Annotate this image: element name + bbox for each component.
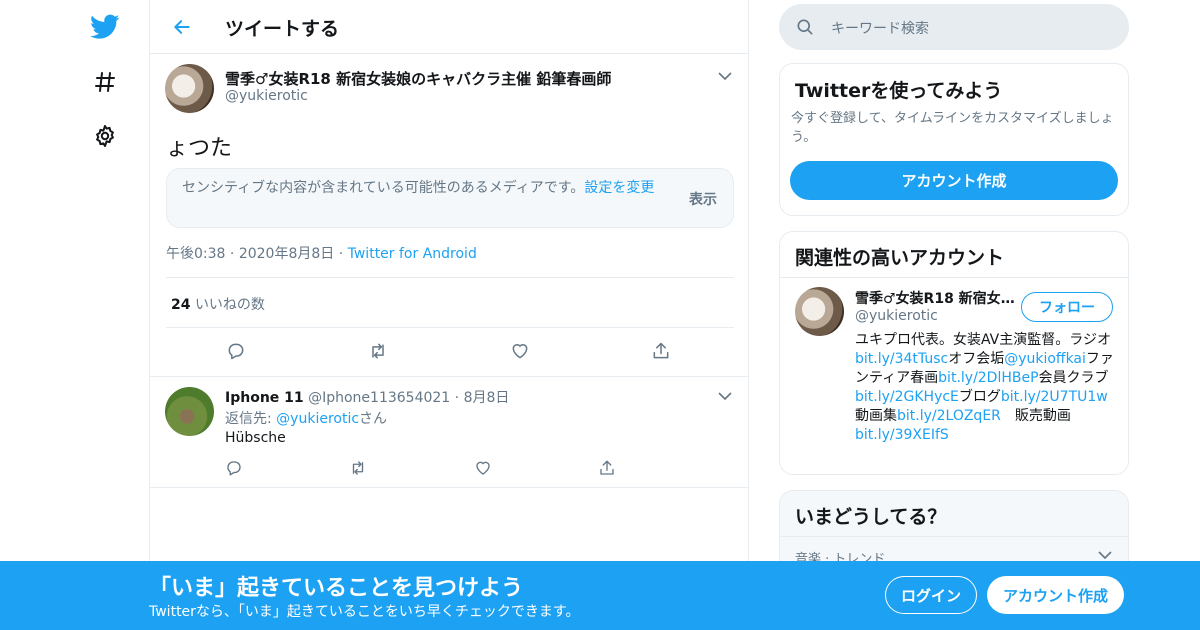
tweet-time[interactable]: 午後0:38	[166, 246, 225, 262]
like-icon[interactable]	[472, 457, 494, 479]
share-icon[interactable]	[596, 457, 618, 479]
main-column: ツイートする 雪季♂女装R18 新宿女装娘のキャバクラ主催 鉛筆春画師 @yuk…	[149, 0, 749, 630]
bio-link[interactable]: bit.ly/34tTusc	[855, 351, 948, 367]
likes-count: 24	[171, 297, 191, 313]
main-tweet: 雪季♂女装R18 新宿女装娘のキャバクラ主催 鉛筆春画師 @yukierotic…	[150, 54, 748, 377]
bio-link[interactable]: bit.ly/2DlHBeP	[938, 370, 1038, 386]
login-button[interactable]: ログイン	[885, 576, 977, 614]
chevron-down-icon[interactable]	[716, 387, 734, 405]
create-account-button[interactable]: アカウント作成	[790, 161, 1118, 200]
twitter-bird-icon[interactable]	[89, 11, 121, 43]
signup-card: Twitterを使ってみよう 今すぐ登録して、タイムラインをカスタマイズしましょ…	[779, 63, 1129, 216]
bio-link[interactable]: bit.ly/39XEIfS	[855, 427, 949, 443]
page-title: ツイートする	[225, 18, 340, 40]
bio-text: 販売動画	[1000, 408, 1085, 424]
divider	[780, 277, 1128, 278]
related-display-name[interactable]: 雪季♂女装R18 新宿女装娘のキャバクラ主催 鉛筆春画師	[855, 288, 1015, 308]
reply-date[interactable]: 8月8日	[464, 390, 510, 406]
sensitive-media-notice: センシティブな内容が含まれている可能性のあるメディアです。設定を変更 表示	[166, 168, 734, 228]
tweet-stats: 24 いいねの数	[166, 277, 734, 328]
bio-link[interactable]: bit.ly/2LOZqER	[897, 408, 1001, 424]
sensitive-notice-text: センシティブな内容が含まれている可能性のあるメディアです。	[182, 180, 585, 196]
signup-description: 今すぐ登録して、タイムラインをカスタマイズしましょう。	[791, 111, 1114, 145]
search-icon	[795, 17, 815, 37]
bio-text: 動画集	[855, 408, 897, 424]
reply-to-label: 返信先:	[225, 411, 272, 427]
chevron-down-icon[interactable]	[716, 67, 734, 85]
avatar[interactable]	[165, 64, 214, 113]
reply-icon[interactable]	[225, 340, 247, 362]
tweet-text: ょつた	[166, 136, 233, 161]
tweet-date[interactable]: 2020年8月8日	[239, 246, 334, 262]
reply-to-line: 返信先: @yukieroticさん	[225, 408, 387, 428]
search-bar[interactable]: キーワード検索	[779, 4, 1129, 50]
tweet-actions	[150, 340, 750, 362]
likes-stat[interactable]: 24 いいねの数	[171, 294, 265, 314]
likes-label: いいねの数	[194, 297, 265, 313]
banner-create-account-button[interactable]: アカウント作成	[987, 576, 1124, 614]
retweet-icon[interactable]	[347, 457, 369, 479]
avatar[interactable]	[795, 287, 844, 336]
bio-text: オフ会垢	[948, 351, 1005, 367]
reply-icon[interactable]	[223, 457, 245, 479]
reply-handle[interactable]: @Iphone113654021	[308, 390, 450, 406]
tweet-meta: 午後0:38 · 2020年8月8日 · Twitter for Android	[166, 246, 477, 262]
hashtag-icon[interactable]	[89, 66, 121, 98]
arrow-left-icon[interactable]	[168, 13, 196, 41]
bio-text: ユキプロ代表。女装AV主演監督。ラジオ	[855, 332, 1111, 348]
trends-card-title: いまどうしてる？	[795, 506, 947, 528]
reply-actions	[150, 457, 750, 479]
like-icon[interactable]	[509, 340, 531, 362]
bio-link[interactable]: @yukioffkai	[1004, 351, 1086, 367]
bio-text: 会員クラブ	[1038, 370, 1109, 386]
bottom-signup-banner: 「いま」起きていることを見つけよう Twitterなら、「いま」起きていることを…	[0, 561, 1200, 630]
reply-display-name[interactable]: Iphone 11	[225, 390, 304, 406]
retweet-icon[interactable]	[367, 340, 389, 362]
tweet-handle[interactable]: @yukierotic	[225, 88, 308, 104]
gear-icon[interactable]	[89, 120, 121, 152]
banner-subtitle: Twitterなら、「いま」起きていることをいち早くチェックできます。	[149, 604, 580, 620]
related-card-title: 関連性の高いアカウント	[795, 247, 1005, 269]
reply-text: Hübsche	[225, 430, 286, 446]
bio-link[interactable]: bit.ly/2GKHycE	[855, 389, 959, 405]
share-icon[interactable]	[650, 340, 672, 362]
reply-to-suffix: さん	[359, 411, 388, 427]
reply-tweet[interactable]: Iphone 11 @Iphone113654021 · 8月8日 返信先: @…	[150, 377, 748, 488]
page-header: ツイートする	[150, 0, 748, 54]
avatar[interactable]	[165, 387, 214, 436]
related-handle[interactable]: @yukierotic	[855, 308, 938, 324]
search-input[interactable]: キーワード検索	[831, 18, 929, 38]
show-media-button[interactable]: 表示	[689, 189, 717, 209]
related-accounts-card: 関連性の高いアカウント 雪季♂女装R18 新宿女装娘のキャバクラ主催 鉛筆春画師…	[779, 231, 1129, 475]
signup-card-title: Twitterを使ってみよう	[795, 80, 1003, 102]
tweet-source[interactable]: Twitter for Android	[348, 246, 477, 262]
bio-link[interactable]: bit.ly/2U7TU1w	[1001, 389, 1108, 405]
reply-to-handle[interactable]: @yukierotic	[276, 411, 359, 427]
divider	[780, 536, 1128, 537]
bio-text: ブログ	[958, 389, 1001, 405]
change-settings-link[interactable]: 設定を変更	[584, 180, 654, 196]
follow-button[interactable]: フォロー	[1021, 292, 1113, 322]
tweet-display-name[interactable]: 雪季♂女装R18 新宿女装娘のキャバクラ主催 鉛筆春画師	[225, 68, 611, 89]
related-bio: ユキプロ代表。女装AV主演監督。ラジオ bit.ly/34tTuscオフ会垢@yu…	[855, 331, 1117, 445]
banner-title: 「いま」起きていることを見つけよう	[149, 576, 524, 601]
